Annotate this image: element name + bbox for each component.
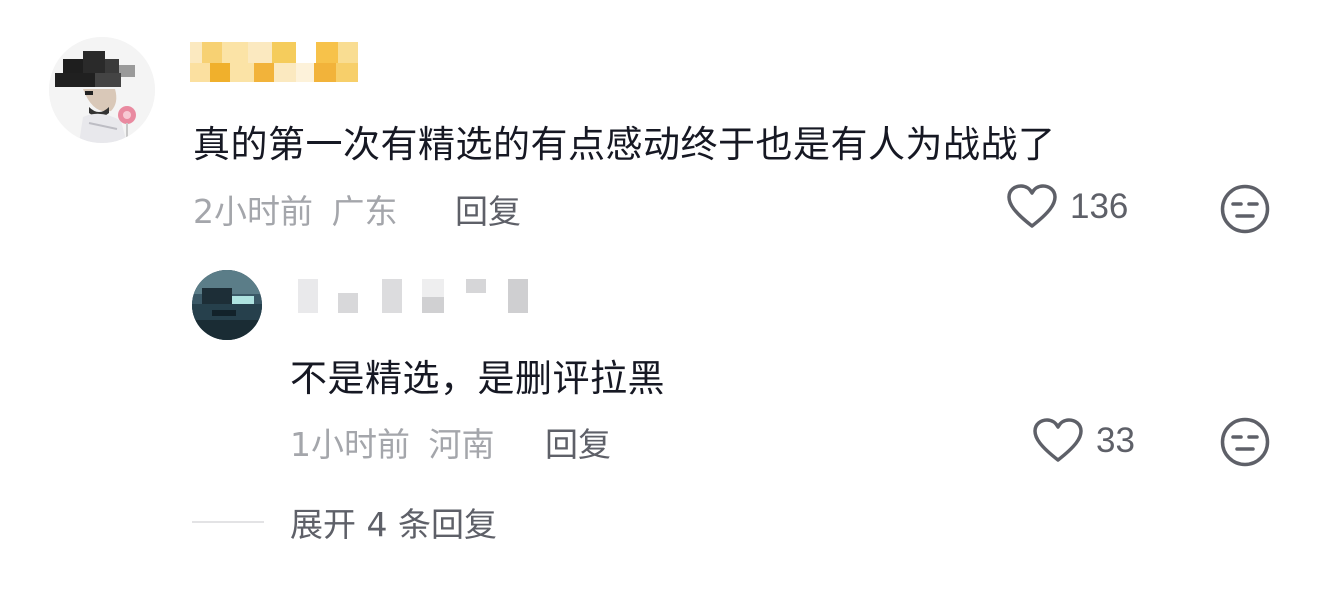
heart-outline-icon [1007, 184, 1057, 228]
comment-thread: 真的第一次有精选的有点感动终于也是有人为战战了 2小时前 广东 回复 136 不… [0, 0, 1320, 601]
comment-time: 2小时前 [193, 192, 313, 231]
heart-outline-icon [1033, 418, 1083, 462]
reply-time: 1小时前 [290, 425, 410, 464]
comment-location: 广东 [331, 192, 398, 231]
reply-location: 河南 [428, 425, 495, 464]
blurred-username-icon [298, 279, 528, 313]
comment-dislike-button[interactable] [1219, 183, 1271, 239]
reply-text: 不是精选，是删评拉黑 [290, 357, 665, 400]
neutral-face-icon [1220, 417, 1270, 467]
comment-like-button[interactable]: 136 [1006, 184, 1128, 230]
neutral-face-icon [1220, 184, 1270, 234]
reply-dislike-button[interactable] [1219, 416, 1271, 472]
reply-like-button[interactable]: 33 [1032, 418, 1135, 464]
reply-reply-button[interactable]: 回复 [545, 418, 611, 466]
expand-replies-label: 展开 4 条回复 [290, 505, 497, 544]
expand-divider [192, 521, 264, 523]
blurred-username-icon [190, 42, 358, 82]
comment-meta: 2小时前 广东 [193, 185, 398, 233]
comment-text: 真的第一次有精选的有点感动终于也是有人为战战了 [193, 123, 1056, 166]
expand-replies-button[interactable]: 展开 4 条回复 [192, 498, 497, 546]
reply-like-count: 33 [1096, 421, 1135, 460]
cartoon-avatar-icon [49, 37, 155, 143]
commenter-username-blurred[interactable] [190, 42, 362, 84]
landscape-avatar-icon [192, 270, 262, 340]
reply-meta: 1小时前 河南 [290, 418, 495, 466]
comment-like-count: 136 [1070, 187, 1129, 226]
commenter-avatar[interactable] [49, 37, 155, 143]
comment-reply-button[interactable]: 回复 [455, 185, 521, 233]
replier-avatar[interactable] [192, 270, 262, 340]
replier-username-blurred[interactable] [298, 275, 530, 317]
